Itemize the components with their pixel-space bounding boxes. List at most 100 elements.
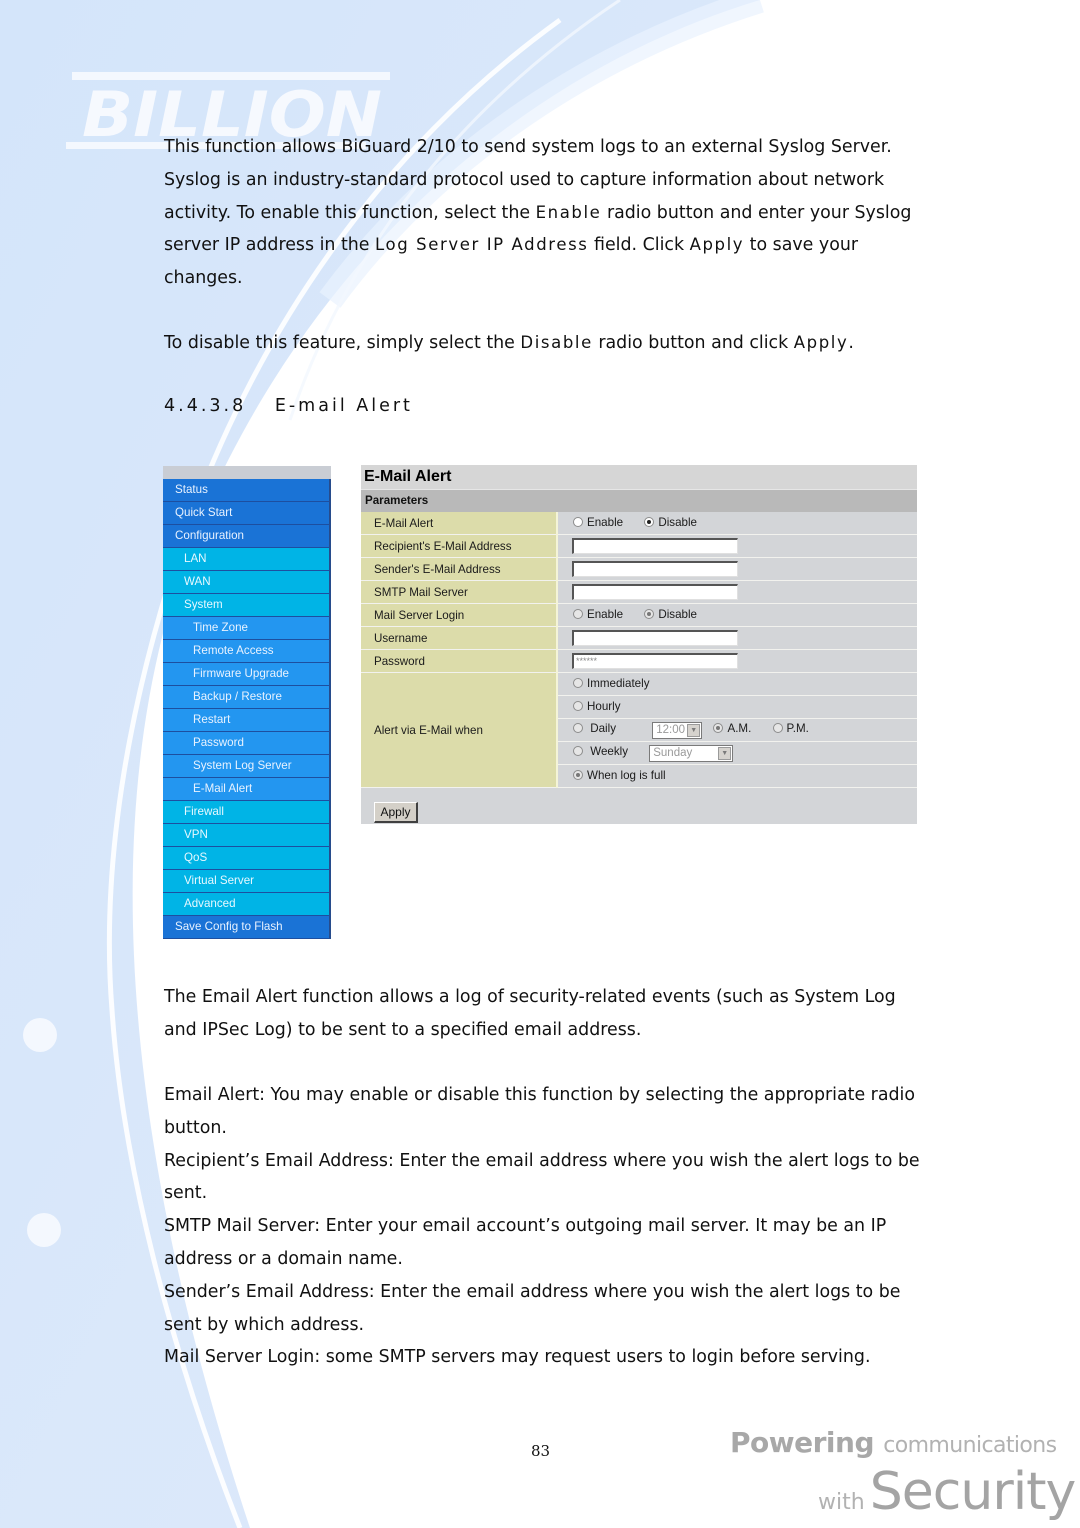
nav-item-virtual-server[interactable]: Virtual Server (163, 870, 331, 893)
sender-email-input[interactable] (572, 561, 738, 577)
row-sender: Sender's E-Mail Address (361, 557, 917, 581)
intro-paragraph-1: This function allows BiGuard 2/10 to sen… (164, 131, 924, 295)
nav-item-lan[interactable]: LAN (163, 548, 331, 571)
nav-item-wan[interactable]: WAN (163, 571, 331, 594)
apply-row: Apply (361, 788, 917, 824)
email-alert-panel: E-Mail Alert Parameters E-Mail Alert Ena… (361, 465, 917, 824)
tagline-with: with (818, 1490, 865, 1515)
nav-item-remote-access[interactable]: Remote Access (163, 640, 331, 663)
text-run: To disable this feature, simply select t… (164, 333, 521, 353)
radio-icon (573, 770, 583, 781)
radio-icon (573, 517, 583, 528)
login-disable-radio[interactable]: Disable (644, 608, 697, 621)
nav-item-backup-restore[interactable]: Backup / Restore (163, 686, 331, 709)
section-heading: 4.4.3.8 E-mail Alert (164, 396, 413, 416)
intro-paragraph-2: To disable this feature, simply select t… (164, 327, 924, 360)
nav-header-bar (163, 466, 331, 479)
nav-item-firmware-upgrade[interactable]: Firmware Upgrade (163, 663, 331, 686)
email-alert-disable-radio[interactable]: Disable (644, 516, 697, 529)
email-alert-label: E-Mail Alert (361, 512, 558, 535)
password-input[interactable]: ****** (572, 653, 738, 669)
section-number: 4.4.3.8 (164, 396, 247, 416)
nav-item-vpn[interactable]: VPN (163, 824, 331, 847)
radio-icon (573, 701, 583, 712)
radio-icon (644, 517, 655, 528)
row-login: Mail Server Login Enable Disable (361, 603, 917, 627)
alert-when-label: Alert via E-Mail when (361, 672, 558, 788)
nav-item-advanced[interactable]: Advanced (163, 893, 331, 916)
ui-term: Enable (535, 202, 602, 222)
row-recipient: Recipient's E-Mail Address (361, 534, 917, 558)
field-description: Email Alert: You may enable or disable t… (164, 1085, 915, 1138)
daily-time-select[interactable]: 12:00 ▼ (652, 721, 703, 739)
tagline-rest: communications (883, 1433, 1057, 1458)
when-log-full-radio[interactable]: When log is full (573, 769, 666, 782)
field-description: SMTP Mail Server: Enter your email accou… (164, 1216, 887, 1269)
recipient-email-input[interactable] (572, 538, 738, 554)
nav-item-status[interactable]: Status (163, 479, 331, 502)
field-description: Recipient’s Email Address: Enter the ema… (164, 1150, 920, 1204)
row-username: Username (361, 626, 917, 650)
field-description: Mail Server Login: some SMTP servers may… (164, 1347, 871, 1368)
tagline-logo: Powering communications with Security (730, 1426, 1076, 1522)
radio-icon (713, 723, 724, 734)
pm-radio[interactable]: P.M. (772, 722, 809, 735)
field-descriptions: Email Alert: You may enable or disable t… (164, 1079, 924, 1374)
parameters-header: Parameters (361, 489, 917, 512)
apply-button[interactable]: Apply (374, 802, 418, 823)
nav-item-system[interactable]: System (163, 594, 331, 617)
immediately-radio[interactable]: Immediately (573, 677, 650, 690)
nav-item-configuration[interactable]: Configuration (163, 525, 331, 548)
nav-item-restart[interactable]: Restart (163, 709, 331, 732)
nav-item-qos[interactable]: QoS (163, 847, 331, 870)
parameters-table: E-Mail Alert Enable Disable Recipient's … (361, 512, 917, 788)
text-run: radio button and click (592, 333, 794, 353)
row-alert-immediately: Alert via E-Mail when Immediately (361, 672, 917, 788)
username-label: Username (361, 626, 558, 650)
login-label: Mail Server Login (361, 603, 558, 627)
radio-icon (573, 746, 583, 757)
description-paragraph: The Email Alert function allows a log of… (164, 987, 896, 1040)
username-input[interactable] (572, 630, 738, 646)
radio-icon (772, 723, 783, 734)
decor-dot (27, 1213, 61, 1247)
hourly-radio[interactable]: Hourly (573, 700, 621, 713)
text-run: . (848, 333, 854, 353)
daily-radio[interactable]: Daily (573, 722, 635, 735)
recipient-label: Recipient's E-Mail Address (361, 534, 558, 558)
radio-icon (644, 609, 655, 620)
password-label: Password (361, 649, 558, 673)
radio-icon (573, 678, 583, 689)
nav-item-firewall[interactable]: Firewall (163, 801, 331, 824)
ui-term: Apply (793, 333, 849, 352)
smtp-label: SMTP Mail Server (361, 580, 558, 604)
panel-title: E-Mail Alert (361, 465, 917, 489)
row-email-alert: E-Mail Alert Enable Disable (361, 512, 917, 535)
row-password: Password ****** (361, 649, 917, 673)
email-alert-enable-radio[interactable]: Enable (573, 516, 623, 529)
nav-item-save-config-to-flash[interactable]: Save Config to Flash (163, 916, 331, 939)
text-run: field. Click (588, 235, 690, 256)
chevron-down-icon: ▼ (718, 746, 732, 760)
nav-item-quick-start[interactable]: Quick Start (163, 502, 331, 525)
sender-label: Sender's E-Mail Address (361, 557, 558, 581)
login-enable-radio[interactable]: Enable (573, 608, 623, 621)
radio-icon (573, 609, 583, 620)
smtp-server-input[interactable] (572, 584, 738, 600)
page-number: 83 (531, 1442, 551, 1460)
nav-item-time-zone[interactable]: Time Zone (163, 617, 331, 640)
nav-item-system-log-server[interactable]: System Log Server (163, 755, 331, 778)
tagline-bold: Powering (730, 1426, 875, 1459)
decor-dot (23, 1018, 57, 1052)
chevron-down-icon: ▼ (687, 723, 701, 737)
router-side-nav: Status Quick Start Configuration LAN WAN Syst… (163, 466, 331, 939)
ui-term: Apply (689, 235, 745, 255)
ui-term: Log Server IP Address (375, 235, 589, 255)
field-description: Sender’s Email Address: Enter the email … (164, 1281, 901, 1335)
am-radio[interactable]: A.M. (713, 722, 751, 735)
weekly-radio[interactable]: Weekly (573, 745, 646, 758)
nav-item-e-mail-alert[interactable]: E-Mail Alert (163, 778, 331, 801)
weekly-day-select[interactable]: Sunday ▼ (649, 744, 734, 762)
radio-icon (573, 723, 583, 734)
nav-item-password[interactable]: Password (163, 732, 331, 755)
